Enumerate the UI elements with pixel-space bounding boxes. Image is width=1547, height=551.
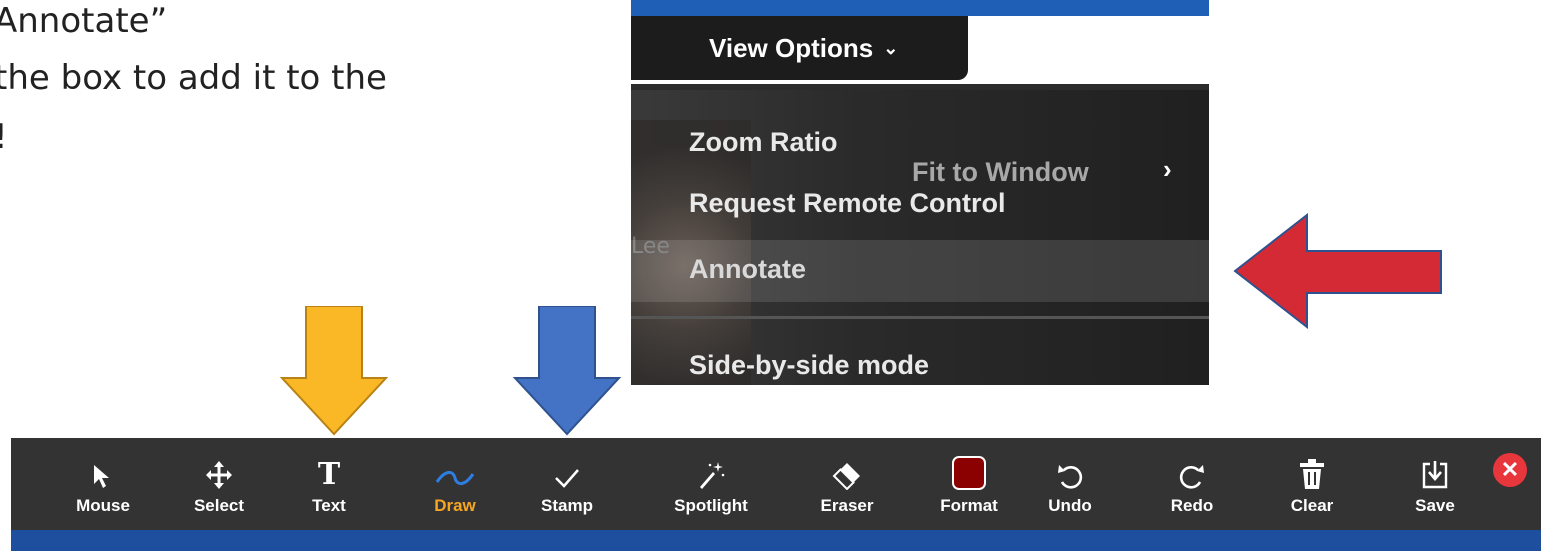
eraser-icon — [831, 438, 863, 490]
tool-label: Clear — [1290, 496, 1334, 515]
window-title-strip — [631, 0, 1209, 16]
tool-label: Save — [1415, 496, 1455, 515]
close-toolbar-button[interactable]: ✕ — [1493, 453, 1527, 487]
tool-clear[interactable]: Clear — [1262, 438, 1362, 530]
view-options-button[interactable]: View Options ⌄ — [631, 16, 968, 80]
tool-label: Format — [940, 496, 998, 515]
tool-label: Eraser — [820, 496, 874, 515]
tool-label: Select — [193, 496, 245, 515]
menu-divider — [631, 316, 1209, 319]
menu-item-request-remote-control[interactable]: Request Remote Control — [689, 188, 1006, 219]
instruction-line-1: Annotate” — [0, 1, 168, 41]
tool-label: Text — [312, 496, 346, 515]
tool-label: Mouse — [76, 496, 130, 515]
draw-wave-icon — [435, 438, 475, 490]
yellow-arrow-down — [279, 306, 389, 436]
annotation-toolbar: Mouse Select T Text Draw Stamp Spotlight… — [11, 438, 1541, 530]
magic-wand-icon — [696, 438, 726, 490]
tool-format[interactable]: Format — [919, 438, 1019, 530]
chevron-right-icon: › — [1163, 154, 1172, 184]
tool-label: Draw — [434, 496, 476, 515]
tool-spotlight[interactable]: Spotlight — [661, 438, 761, 530]
redo-icon — [1178, 438, 1206, 490]
tool-mouse[interactable]: Mouse — [53, 438, 153, 530]
zoom-ratio-value: Fit to Window — [912, 157, 1089, 187]
color-swatch-icon — [952, 438, 986, 490]
tool-select[interactable]: Select — [169, 438, 269, 530]
chevron-down-icon: ⌄ — [883, 37, 899, 58]
tool-stamp[interactable]: Stamp — [517, 438, 617, 530]
instruction-line-2: the box to add it to the — [0, 58, 387, 98]
menu-item-annotate[interactable]: Annotate — [689, 254, 806, 285]
tool-label: Stamp — [541, 496, 593, 515]
red-arrow-left — [1233, 213, 1442, 329]
move-icon — [205, 438, 233, 490]
text-icon: T — [317, 457, 341, 492]
tool-eraser[interactable]: Eraser — [797, 438, 897, 530]
tool-undo[interactable]: Undo — [1020, 438, 1120, 530]
tool-label: Spotlight — [674, 496, 748, 515]
tool-label: Redo — [1170, 496, 1214, 515]
checkmark-icon — [553, 438, 581, 490]
tool-save[interactable]: Save — [1385, 438, 1485, 530]
tool-draw[interactable]: Draw — [405, 438, 505, 530]
menu-item-side-by-side[interactable]: Side-by-side mode — [689, 350, 929, 381]
undo-icon — [1056, 438, 1084, 490]
tool-text[interactable]: T Text — [279, 438, 379, 530]
menu-item-zoom-ratio[interactable]: Zoom Ratio — [689, 127, 838, 158]
tool-redo[interactable]: Redo — [1142, 438, 1242, 530]
trash-icon — [1298, 438, 1326, 490]
tool-label: Undo — [1048, 496, 1092, 515]
download-icon — [1421, 438, 1449, 490]
blue-arrow-down — [512, 306, 622, 436]
instruction-line-3: ! — [0, 117, 8, 157]
cursor-icon — [90, 438, 116, 490]
view-options-menu-screenshot: View Options ⌄ Lee Zoom Ratio Fit to Win… — [631, 0, 1209, 385]
view-options-label: View Options — [709, 32, 874, 63]
toolbar-bottom-strip — [11, 530, 1541, 551]
